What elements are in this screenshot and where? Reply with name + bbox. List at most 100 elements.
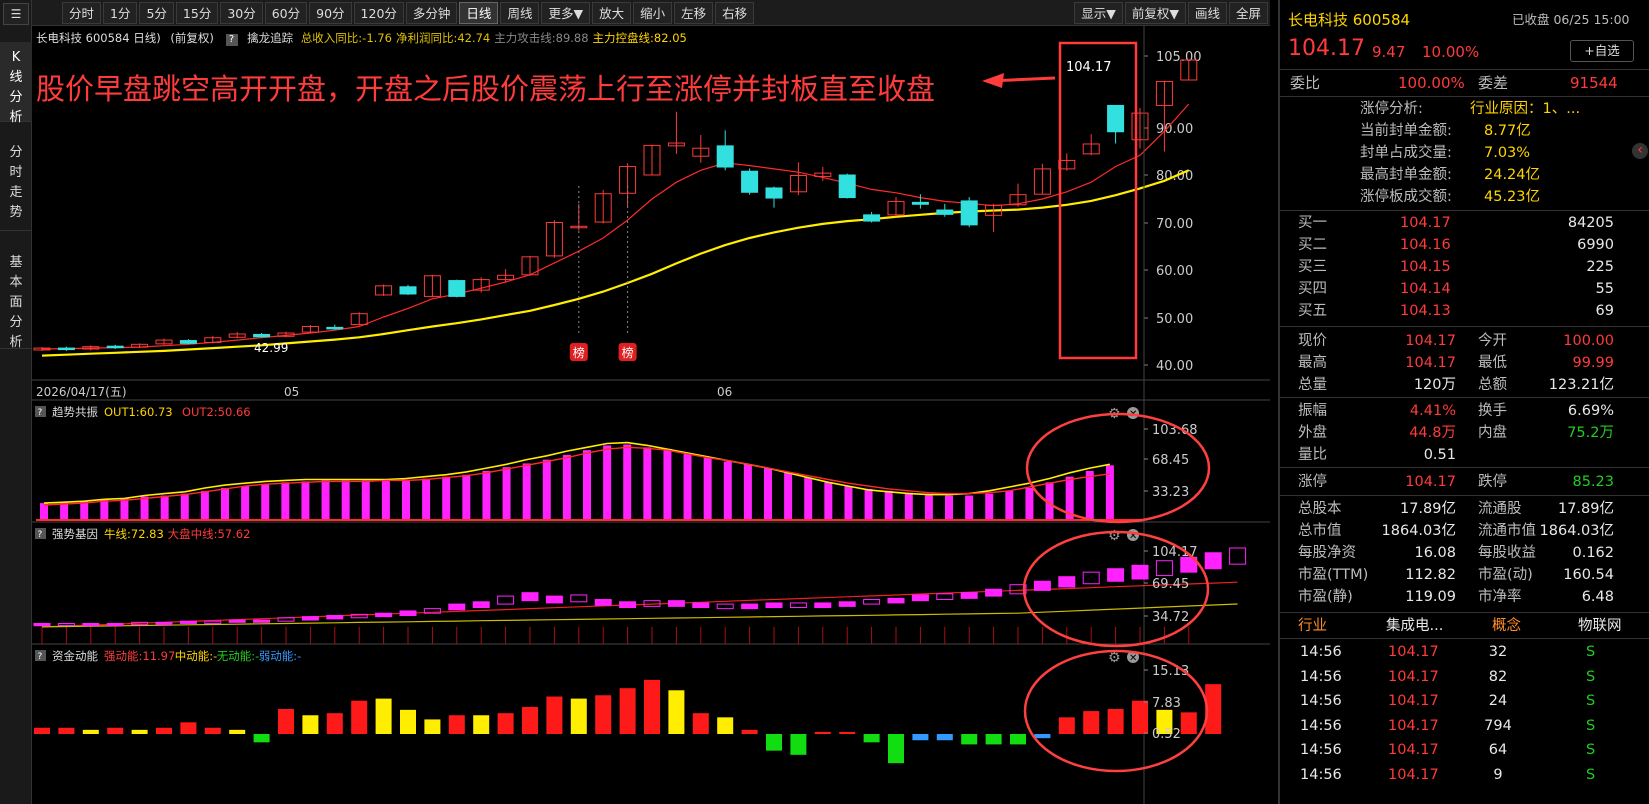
- candle: [985, 203, 1003, 232]
- toolbar-right-button[interactable]: 全屏: [1228, 2, 1268, 24]
- period-button[interactable]: 周线: [500, 1, 540, 24]
- candle: [960, 197, 978, 228]
- period-button[interactable]: 放大: [592, 1, 632, 24]
- trend-bar: [301, 481, 310, 520]
- quote-value: 0.51: [1423, 447, 1456, 463]
- limit-up-value: 45.23亿: [1484, 189, 1541, 205]
- kline-chart[interactable]: 105.0090.0080.0070.0060.0050.0040.00104.…: [32, 26, 1270, 804]
- trend-bar: [884, 490, 893, 520]
- limit-up-label: 涨停分析:: [1360, 101, 1423, 117]
- date-axis-label: 06: [717, 385, 732, 399]
- momentum-bar: [692, 713, 709, 734]
- candle: [326, 324, 344, 330]
- momentum-bar: [375, 698, 392, 734]
- last-price-label: 104.17: [1066, 60, 1112, 75]
- gene-bar: [667, 600, 685, 607]
- toolbar-right-button[interactable]: 画线: [1187, 2, 1227, 24]
- settings-icon: ⚙: [1108, 650, 1121, 666]
- gene-bar: [692, 602, 710, 609]
- close-icon-glyph: ✕: [1129, 653, 1137, 664]
- period-button[interactable]: 缩小: [633, 1, 673, 24]
- collapse-arrow-icon[interactable]: ‹: [1632, 143, 1648, 159]
- candle: [228, 332, 246, 339]
- price-axis-label: 105.00: [1156, 50, 1202, 65]
- gene-bar: [448, 603, 466, 611]
- toolbar-right-button[interactable]: 显示▼: [1074, 2, 1123, 24]
- quote-value: 120万: [1413, 377, 1456, 393]
- gene-bar: [399, 610, 417, 616]
- menu-icon[interactable]: ☰: [3, 3, 29, 25]
- trend-bar: [120, 498, 129, 520]
- industry-label: 行业: [1298, 618, 1327, 634]
- momentum-bar: [1034, 734, 1051, 739]
- add-watchlist-button[interactable]: +自选: [1570, 40, 1634, 62]
- bid-label: 买四: [1298, 281, 1327, 297]
- panel-name: 资金动能: [52, 649, 98, 663]
- candle-body: [106, 345, 124, 349]
- quote-value: 6.69%: [1567, 403, 1614, 419]
- label: 委比: [1290, 74, 1321, 92]
- momentum-bar: [351, 700, 368, 734]
- candle: [838, 173, 856, 199]
- momentum-bar: [668, 690, 685, 734]
- gene-bar: [545, 595, 563, 604]
- tick-volume: 32: [1488, 644, 1508, 660]
- candle: [1033, 163, 1051, 195]
- trend-bar: [40, 503, 48, 520]
- momentum-bar: [400, 709, 416, 734]
- momentum-bar: [1107, 709, 1124, 734]
- trend-bar: [402, 479, 410, 520]
- trend-bar: [381, 480, 390, 520]
- candle-body: [179, 340, 197, 344]
- axis-label: 69.45: [1152, 577, 1189, 592]
- current-price: 104.17: [1288, 36, 1365, 61]
- period-button[interactable]: 5分: [139, 1, 174, 24]
- trend-bar: [643, 447, 652, 520]
- candle-body: [765, 187, 783, 199]
- highlight-ellipse: [1025, 412, 1211, 524]
- period-button[interactable]: 更多▼: [541, 1, 591, 24]
- axis-label: 104.17: [1152, 545, 1198, 560]
- toolbar-right-button[interactable]: 前复权▼: [1124, 2, 1186, 24]
- trend-bar: [160, 495, 169, 520]
- tick-price: 104.17: [1388, 644, 1439, 660]
- period-button[interactable]: 右移: [715, 1, 755, 24]
- gene-bar: [814, 602, 832, 609]
- panel-field: 强动能:11.97: [104, 649, 175, 663]
- period-button[interactable]: 多分钟: [405, 1, 458, 24]
- label: 委差: [1478, 74, 1509, 92]
- momentum-bar: [1010, 734, 1026, 745]
- bid-volume: 84205: [1567, 215, 1614, 231]
- left-nav: ☰ K线分析 分时走势 基本面分析: [0, 0, 32, 804]
- tick-side: S: [1586, 668, 1596, 685]
- period-button[interactable]: 120分: [353, 1, 404, 24]
- period-button[interactable]: 30分: [220, 1, 263, 24]
- momentum-bar: [204, 727, 221, 734]
- period-button[interactable]: 分时: [62, 1, 102, 24]
- candle: [692, 135, 710, 163]
- period-button[interactable]: 15分: [175, 1, 219, 24]
- nav-kline-analysis[interactable]: K线分析: [0, 42, 32, 125]
- period-button[interactable]: 1分: [103, 1, 138, 24]
- axis-label: 34.72: [1152, 610, 1189, 625]
- nav-timeshare[interactable]: 分时走势: [0, 133, 32, 231]
- bid-label: 买二: [1298, 237, 1327, 253]
- trend-bar: [180, 493, 189, 520]
- trend-bar: [904, 492, 913, 520]
- period-button[interactable]: 90分: [309, 1, 352, 24]
- period-button[interactable]: 60分: [264, 1, 308, 24]
- nav-fundamentals[interactable]: 基本面分析: [0, 243, 32, 350]
- annotation-arrow-head: [982, 73, 1004, 88]
- strong-gene-panel: ? 强势基因 牛线:72.83 大盘中线:57.62 ⚙ ✕104.1769.4534.7…: [33, 527, 1247, 648]
- quote-panel: 长电科技 600584 已收盘 06/25 15:00 104.17 9.47 10.0…: [1278, 0, 1649, 804]
- quote-label: 最高: [1298, 355, 1327, 371]
- price-change: 9.47: [1372, 43, 1406, 61]
- bid-label: 买一: [1298, 215, 1327, 231]
- candle-body: [911, 201, 929, 205]
- period-button[interactable]: 日线: [459, 1, 499, 24]
- tick-volume: 794: [1484, 717, 1512, 734]
- period-button[interactable]: 左移: [674, 1, 714, 24]
- tick-time: 14:56: [1300, 668, 1342, 685]
- momentum-bar: [82, 729, 99, 734]
- tick-volume: 64: [1488, 742, 1508, 758]
